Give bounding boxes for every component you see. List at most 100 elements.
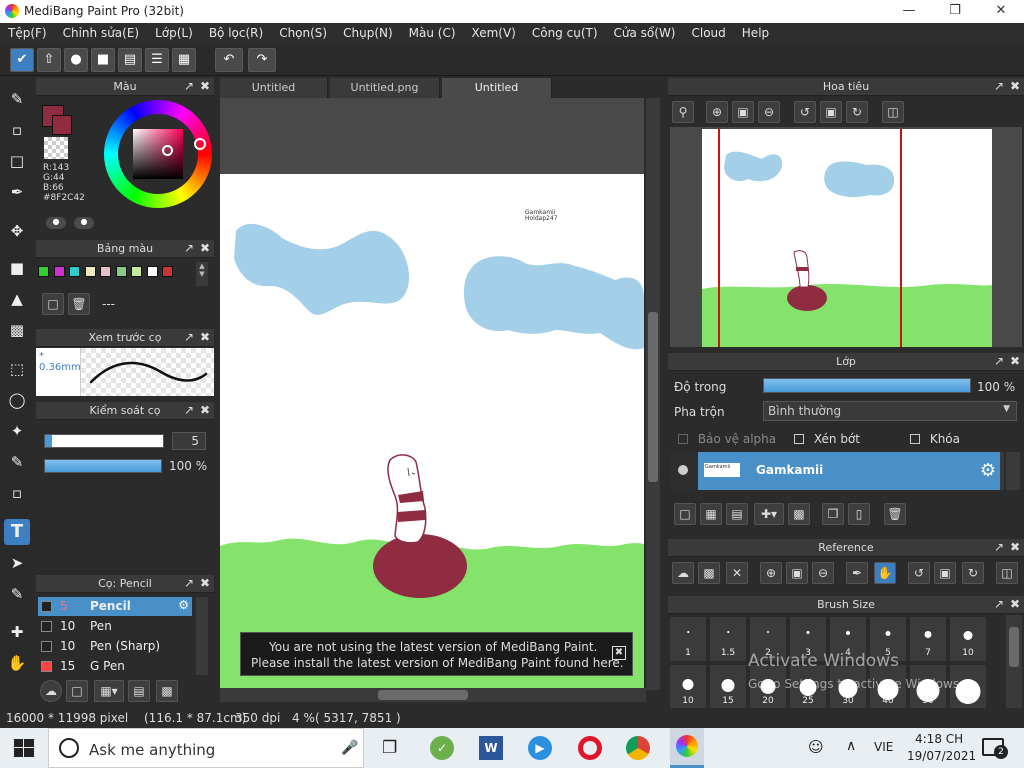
- brush-size-slider[interactable]: [44, 434, 164, 448]
- palette-swatch[interactable]: [146, 266, 158, 277]
- panel-close-icon[interactable]: ✖: [1010, 596, 1020, 613]
- rotate-left-icon[interactable]: ↺: [794, 101, 816, 123]
- bucket-tool-icon[interactable]: ▲: [4, 286, 30, 312]
- document-icon[interactable]: ▤: [118, 48, 142, 72]
- tab-untitled-png[interactable]: Untitled.png: [330, 78, 440, 98]
- pen-tool-icon[interactable]: ✒: [4, 179, 30, 205]
- brush-list-scrollbar[interactable]: [196, 597, 208, 675]
- brush-opacity-slider[interactable]: [44, 459, 162, 473]
- undock-icon[interactable]: ↗: [184, 402, 194, 419]
- panel-close-icon[interactable]: ✖: [200, 240, 210, 257]
- magic-wand-tool-icon[interactable]: ✦: [4, 418, 30, 444]
- flip-icon[interactable]: ◫: [996, 562, 1018, 584]
- zoom-search-icon[interactable]: ⚲: [672, 101, 694, 123]
- delete-palette-icon[interactable]: 🗑: [68, 293, 90, 315]
- search-box[interactable]: Ask me anything 🎤: [48, 728, 364, 768]
- menu-color[interactable]: Màu (C): [401, 23, 464, 40]
- menu-view[interactable]: Xem(V): [464, 23, 524, 40]
- hue-picker-cursor[interactable]: [194, 138, 206, 150]
- palette-swatch[interactable]: [84, 266, 96, 277]
- brush-size-option[interactable]: 1: [669, 616, 707, 662]
- hand-icon[interactable]: ✋: [874, 562, 896, 584]
- clock-date[interactable]: 19/07/2021: [907, 749, 976, 763]
- gear-icon[interactable]: ⚙: [980, 460, 996, 481]
- rotate-right-icon[interactable]: ↻: [846, 101, 868, 123]
- eraser-tool-icon[interactable]: ▫: [4, 117, 30, 143]
- menu-filter[interactable]: Bộ lọc(R): [201, 23, 271, 40]
- zoom-out-icon[interactable]: ⊖: [812, 562, 834, 584]
- palette-scrollbar[interactable]: ▲ ▼: [196, 262, 208, 286]
- fill-rect-tool-icon[interactable]: ■: [4, 255, 30, 281]
- color-picker-cursor[interactable]: [162, 145, 173, 156]
- alpha-protect-option[interactable]: Bảo vệ alpha: [678, 432, 776, 446]
- lasso-tool-icon[interactable]: ◯: [4, 387, 30, 413]
- rotate-left-icon[interactable]: ↺: [908, 562, 930, 584]
- color-bar-mode-icon[interactable]: ●: [74, 217, 94, 229]
- app-pinned-green-icon[interactable]: ✓: [430, 736, 454, 760]
- fit-screen-icon[interactable]: ▣: [934, 562, 956, 584]
- select-eraser-tool-icon[interactable]: ▫: [4, 480, 30, 506]
- brush-tool-icon[interactable]: ✎: [4, 86, 30, 112]
- palette-swatch[interactable]: [115, 266, 127, 277]
- medibang-taskbar-button[interactable]: [670, 728, 704, 768]
- panel-close-icon[interactable]: ✖: [200, 78, 210, 95]
- menu-window[interactable]: Cửa sổ(W): [606, 23, 684, 40]
- flip-icon[interactable]: ◫: [882, 101, 904, 123]
- fit-icon[interactable]: ▣: [786, 562, 808, 584]
- brush-size-option[interactable]: 1.5: [709, 616, 747, 662]
- undock-icon[interactable]: ↗: [994, 539, 1004, 556]
- menu-edit[interactable]: Chỉnh sửa(E): [55, 23, 148, 40]
- comment-icon[interactable]: ●: [64, 48, 88, 72]
- chat-icon[interactable]: ■: [91, 48, 115, 72]
- update-notice[interactable]: You are not using the latest version of …: [240, 632, 633, 676]
- close-reference-icon[interactable]: ✕: [726, 562, 748, 584]
- text-tool-icon[interactable]: T: [4, 519, 30, 545]
- word-icon[interactable]: W: [479, 736, 503, 760]
- menu-select[interactable]: Chọn(S): [271, 23, 335, 40]
- panel-close-icon[interactable]: ✖: [1010, 353, 1020, 370]
- brush-size-option[interactable]: 10: [949, 616, 987, 662]
- fit-icon[interactable]: ▣: [732, 101, 754, 123]
- tab-untitled-1[interactable]: Untitled: [220, 78, 328, 98]
- brush-folder-icon[interactable]: ▩: [156, 680, 178, 702]
- clock-time[interactable]: 4:18 CH: [915, 732, 963, 746]
- eye-icon[interactable]: [678, 465, 688, 475]
- palette-swatch[interactable]: [38, 266, 49, 277]
- app-pinned-blue-icon[interactable]: ▶: [528, 736, 552, 760]
- zoom-in-icon[interactable]: ⊕: [760, 562, 782, 584]
- palette-swatch[interactable]: [131, 266, 142, 277]
- select-pen-tool-icon[interactable]: ✎: [4, 449, 30, 475]
- duplicate-layer-icon[interactable]: ❐: [822, 503, 844, 525]
- canvas-hscrollbar[interactable]: [220, 688, 646, 702]
- brush-copy-icon[interactable]: ▤: [128, 680, 150, 702]
- new-layer-icon[interactable]: □: [674, 503, 696, 525]
- merge-layer-icon[interactable]: ▯: [848, 503, 870, 525]
- export-icon[interactable]: ⇧: [37, 48, 61, 72]
- brush-size-option[interactable]: 7: [909, 616, 947, 662]
- clipping-option[interactable]: Xén bớt: [794, 432, 860, 446]
- canvas-viewport[interactable]: Gamkamii Holdap247: [220, 98, 644, 688]
- rotate-right-icon[interactable]: ↻: [962, 562, 984, 584]
- maximize-button[interactable]: ❐: [932, 0, 978, 23]
- dropper-pen-icon[interactable]: ✎: [4, 581, 30, 607]
- brush-item-g-pen[interactable]: 15 G Pen: [38, 657, 192, 676]
- new-brush-icon[interactable]: □: [66, 680, 88, 702]
- task-view-icon[interactable]: ❐: [382, 738, 397, 758]
- panel-close-icon[interactable]: ✖: [200, 402, 210, 419]
- palette-swatch[interactable]: [69, 266, 80, 277]
- layer-row-gamkamii[interactable]: Gamkamii Gamkamii ⚙: [698, 452, 1000, 490]
- gear-icon[interactable]: ⚙: [178, 598, 189, 612]
- minimize-button[interactable]: —: [886, 0, 932, 23]
- menu-file[interactable]: Tệp(F): [0, 23, 55, 40]
- windows-start-icon[interactable]: [14, 739, 34, 757]
- select-rect-tool-icon[interactable]: ⬚: [4, 356, 30, 382]
- people-icon[interactable]: ☺: [808, 738, 824, 756]
- menu-snap[interactable]: Chụp(N): [335, 23, 401, 40]
- operation-tool-icon[interactable]: ➤: [4, 550, 30, 576]
- clipping-checkbox[interactable]: [794, 434, 804, 444]
- hand-tool-icon[interactable]: ✋: [4, 650, 30, 676]
- redo-button[interactable]: ↷: [248, 48, 276, 72]
- brush-size-option[interactable]: 10: [669, 664, 707, 708]
- chevron-up-icon[interactable]: ∧: [846, 738, 856, 754]
- palette-swatch[interactable]: [53, 266, 65, 277]
